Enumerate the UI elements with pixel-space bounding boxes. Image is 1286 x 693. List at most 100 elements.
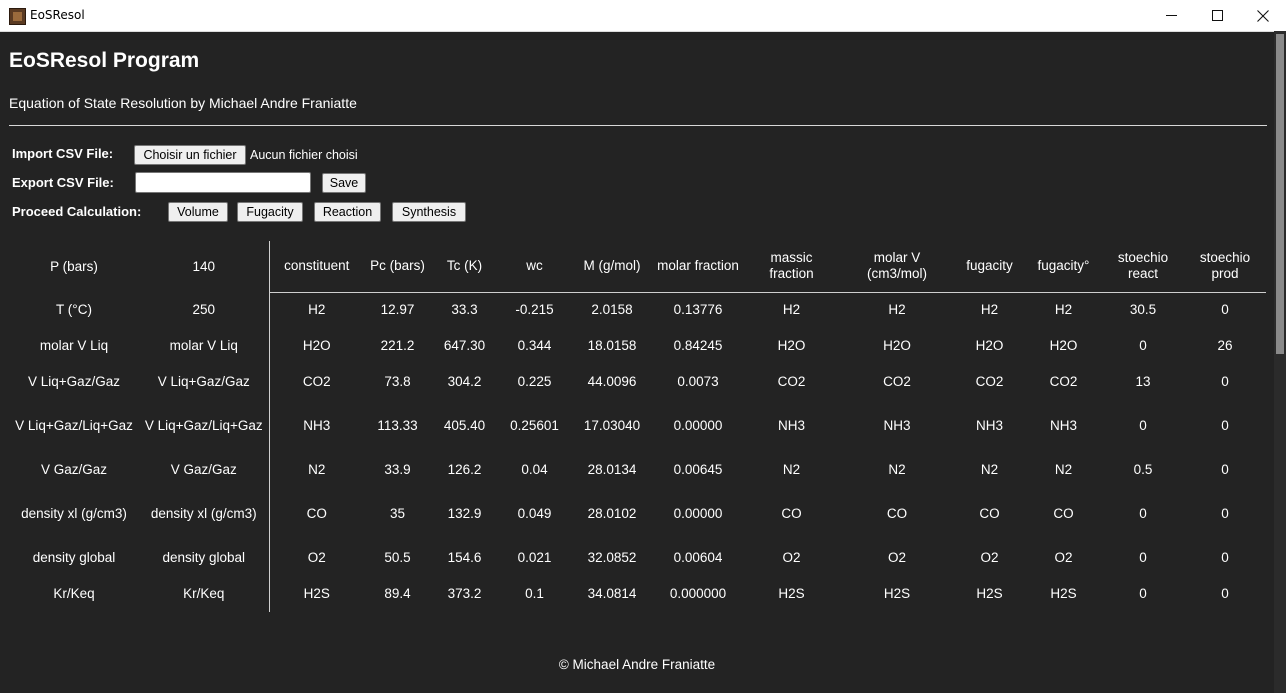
table-cell[interactable]: 0.00000	[653, 488, 743, 540]
table-cell[interactable]: H2S	[954, 576, 1025, 612]
condition-value[interactable]: Kr/Keq	[139, 576, 269, 612]
table-cell[interactable]: 50.5	[364, 540, 431, 576]
table-cell[interactable]: 30.5	[1102, 292, 1184, 328]
condition-value[interactable]: molar V Liq	[139, 328, 269, 364]
table-cell[interactable]: 89.4	[364, 576, 431, 612]
volume-button[interactable]: Volume	[168, 202, 228, 222]
table-cell[interactable]: N2	[1025, 452, 1102, 488]
table-cell[interactable]: 26	[1184, 328, 1266, 364]
table-cell[interactable]: O2	[954, 540, 1025, 576]
table-cell[interactable]: 0.00000	[653, 400, 743, 452]
table-cell[interactable]: 0	[1184, 452, 1266, 488]
table-cell[interactable]: 0.021	[498, 540, 571, 576]
condition-value[interactable]: 250	[139, 292, 269, 328]
table-cell[interactable]: 0	[1184, 576, 1266, 612]
table-cell[interactable]: 35	[364, 488, 431, 540]
table-cell[interactable]: 32.0852	[571, 540, 653, 576]
table-cell[interactable]: 33.9	[364, 452, 431, 488]
table-cell[interactable]: 0	[1184, 364, 1266, 400]
table-cell[interactable]: 0.344	[498, 328, 571, 364]
table-cell[interactable]: CO	[268, 488, 364, 540]
table-cell[interactable]: 132.9	[431, 488, 498, 540]
table-cell[interactable]: H2O	[743, 328, 840, 364]
table-cell[interactable]: CO	[840, 488, 954, 540]
table-cell[interactable]: CO	[1025, 488, 1102, 540]
table-cell[interactable]: CO2	[1025, 364, 1102, 400]
table-cell[interactable]: H2	[954, 292, 1025, 328]
table-cell[interactable]: 373.2	[431, 576, 498, 612]
table-cell[interactable]: H2	[743, 292, 840, 328]
table-cell[interactable]: H2O	[840, 328, 954, 364]
table-cell[interactable]: 33.3	[431, 292, 498, 328]
table-cell[interactable]: -0.215	[498, 292, 571, 328]
table-cell[interactable]: 0	[1184, 292, 1266, 328]
table-cell[interactable]: H2	[1025, 292, 1102, 328]
table-cell[interactable]: 405.40	[431, 400, 498, 452]
table-cell[interactable]: 0	[1102, 400, 1184, 452]
table-cell[interactable]: 0	[1102, 576, 1184, 612]
table-cell[interactable]: H2S	[743, 576, 840, 612]
table-cell[interactable]: 0.13776	[653, 292, 743, 328]
table-cell[interactable]: O2	[840, 540, 954, 576]
table-cell[interactable]: NH3	[840, 400, 954, 452]
table-cell[interactable]: CO	[954, 488, 1025, 540]
condition-value[interactable]: 140	[139, 241, 269, 292]
table-cell[interactable]: N2	[743, 452, 840, 488]
condition-value[interactable]: V Liq+Gaz/Gaz	[139, 364, 269, 400]
table-cell[interactable]: 0.049	[498, 488, 571, 540]
table-cell[interactable]: 0.00645	[653, 452, 743, 488]
fugacity-button[interactable]: Fugacity	[237, 202, 303, 222]
table-cell[interactable]: 12.97	[364, 292, 431, 328]
table-cell[interactable]: NH3	[1025, 400, 1102, 452]
table-cell[interactable]: 154.6	[431, 540, 498, 576]
table-cell[interactable]: 17.03040	[571, 400, 653, 452]
table-cell[interactable]: NH3	[954, 400, 1025, 452]
table-cell[interactable]: CO	[743, 488, 840, 540]
table-cell[interactable]: 2.0158	[571, 292, 653, 328]
export-filename-input[interactable]	[135, 172, 311, 193]
table-cell[interactable]: CO2	[268, 364, 364, 400]
save-button[interactable]: Save	[322, 173, 366, 193]
table-cell[interactable]: 0.000000	[653, 576, 743, 612]
vertical-scrollbar[interactable]	[1274, 31, 1286, 693]
synthesis-button[interactable]: Synthesis	[392, 202, 466, 222]
maximize-button[interactable]	[1194, 0, 1240, 31]
table-cell[interactable]: 18.0158	[571, 328, 653, 364]
reaction-button[interactable]: Reaction	[314, 202, 381, 222]
condition-value[interactable]: density global	[139, 540, 269, 576]
table-cell[interactable]: NH3	[743, 400, 840, 452]
table-cell[interactable]: H2	[840, 292, 954, 328]
table-cell[interactable]: 73.8	[364, 364, 431, 400]
table-cell[interactable]: O2	[1025, 540, 1102, 576]
condition-value[interactable]: V Liq+Gaz/Liq+Gaz	[139, 400, 269, 452]
table-cell[interactable]: 28.0102	[571, 488, 653, 540]
table-cell[interactable]: 0.04	[498, 452, 571, 488]
table-cell[interactable]: CO2	[743, 364, 840, 400]
table-cell[interactable]: 0	[1102, 540, 1184, 576]
table-cell[interactable]: 304.2	[431, 364, 498, 400]
scrollbar-thumb[interactable]	[1276, 34, 1284, 354]
table-cell[interactable]: N2	[954, 452, 1025, 488]
table-cell[interactable]: H2O	[954, 328, 1025, 364]
table-cell[interactable]: CO2	[954, 364, 1025, 400]
table-cell[interactable]: 0	[1184, 400, 1266, 452]
minimize-button[interactable]	[1148, 0, 1194, 31]
table-cell[interactable]: 0.25601	[498, 400, 571, 452]
table-cell[interactable]: 0.5	[1102, 452, 1184, 488]
table-cell[interactable]: 647.30	[431, 328, 498, 364]
table-cell[interactable]: O2	[268, 540, 364, 576]
table-cell[interactable]: 13	[1102, 364, 1184, 400]
table-cell[interactable]: 0.0073	[653, 364, 743, 400]
table-cell[interactable]: 0.00604	[653, 540, 743, 576]
table-cell[interactable]: H2S	[840, 576, 954, 612]
table-cell[interactable]: 0.1	[498, 576, 571, 612]
condition-value[interactable]: density xl (g/cm3)	[139, 488, 269, 540]
table-cell[interactable]: H2S	[1025, 576, 1102, 612]
table-cell[interactable]: 0	[1102, 488, 1184, 540]
table-cell[interactable]: 44.0096	[571, 364, 653, 400]
table-cell[interactable]: 0	[1102, 328, 1184, 364]
table-cell[interactable]: N2	[840, 452, 954, 488]
choose-file-button[interactable]: Choisir un fichier	[134, 145, 246, 165]
table-cell[interactable]: H2O	[268, 328, 364, 364]
table-cell[interactable]: CO2	[840, 364, 954, 400]
